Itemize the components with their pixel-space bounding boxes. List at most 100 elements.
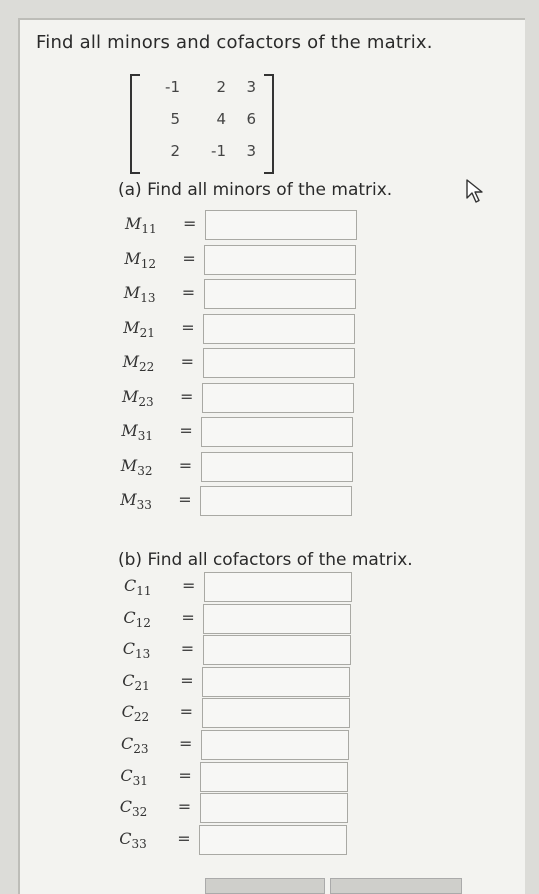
equals-sign: = (181, 607, 195, 627)
cofactor-label: C31 (120, 766, 148, 788)
minor-subscript: 23 (138, 394, 154, 409)
cofactor-symbol: C (124, 576, 137, 595)
cofactor-input-13[interactable] (202, 635, 351, 666)
cofactor-subscript: 33 (131, 836, 147, 851)
cofactor-row-21: C21 = (122, 666, 351, 699)
minor-subscript: 33 (136, 498, 152, 513)
minor-symbol: M (123, 317, 140, 337)
cofactor-input-11[interactable] (204, 572, 352, 602)
minor-symbol: M (124, 248, 141, 268)
matrix-cell: -1 (165, 78, 180, 96)
bottom-button-strip (0, 878, 539, 894)
minor-row-33: M33 = (120, 486, 353, 518)
cofactor-subscript: 31 (132, 773, 148, 788)
part-a-title: (a) Find all minors of the matrix. (118, 180, 393, 200)
cofactor-input-23[interactable] (201, 730, 349, 760)
minor-label: M33 (120, 490, 152, 512)
minor-subscript: 32 (137, 463, 153, 478)
minor-row-31: M31 = (121, 417, 354, 449)
mouse-pointer-icon (466, 179, 483, 203)
cofactor-row-33: C33 = (119, 824, 348, 857)
minor-row-21: M21 = (123, 313, 356, 346)
cofactor-subscript: 11 (136, 584, 152, 599)
equals-sign: = (179, 702, 193, 722)
minor-subscript: 22 (138, 360, 155, 375)
cofactor-label: C33 (119, 829, 147, 851)
matrix: -1 2 3 5 4 6 2 -1 3 (130, 74, 274, 174)
cofactor-input-12[interactable] (203, 603, 352, 634)
cofactor-row-31: C31 = (120, 761, 349, 794)
minor-input-21[interactable] (203, 313, 356, 344)
equals-sign: = (182, 576, 196, 595)
minor-symbol: M (120, 490, 137, 509)
cofactor-symbol: C (120, 765, 133, 785)
minor-subscript: 21 (139, 325, 155, 340)
cofactor-input-33[interactable] (199, 824, 348, 855)
equals-sign: = (178, 765, 192, 785)
cofactor-row-13: C13 = (123, 635, 351, 667)
minor-symbol: M (122, 386, 139, 406)
matrix-cell: 5 (170, 110, 180, 128)
cofactor-label: C32 (120, 797, 148, 819)
cofactor-label: C22 (122, 702, 150, 724)
cofactor-symbol: C (119, 828, 132, 848)
minor-subscript: 12 (140, 256, 157, 271)
matrix-cell: 6 (246, 110, 256, 128)
cofactor-row-23: C23 = (121, 730, 349, 762)
minor-symbol: M (120, 455, 138, 475)
equals-sign: = (182, 248, 196, 268)
minor-row-12: M12 = (124, 244, 357, 277)
equals-sign: = (178, 455, 193, 475)
minor-label: M23 (122, 387, 154, 409)
matrix-cell: 2 (170, 142, 180, 160)
cofactor-row-12: C12 = (123, 603, 352, 636)
minor-row-23: M23 = (122, 382, 354, 415)
minor-input-33[interactable] (200, 486, 353, 516)
cofactor-subscript: 21 (134, 678, 150, 693)
cofactor-input-22[interactable] (201, 698, 350, 729)
matrix-left-bracket (130, 74, 140, 174)
minor-input-22[interactable] (202, 348, 355, 378)
cofactor-row-11: C11 = (124, 572, 352, 604)
minor-label: M32 (121, 456, 153, 478)
cofactor-subscript: 13 (135, 647, 151, 662)
minor-symbol: M (125, 214, 142, 233)
cofactor-label: C11 (124, 576, 152, 598)
minor-label: M31 (121, 421, 153, 443)
minor-subscript: 13 (140, 291, 156, 306)
cofactor-symbol: C (122, 639, 136, 659)
minor-input-32[interactable] (200, 451, 353, 482)
minor-label: M22 (123, 352, 155, 374)
equals-sign: = (180, 670, 194, 690)
cofactor-label: C21 (122, 671, 150, 693)
equals-sign: = (179, 734, 193, 753)
minor-label: M21 (123, 318, 155, 340)
minor-input-31[interactable] (201, 417, 354, 447)
minor-input-13[interactable] (203, 279, 356, 309)
minor-symbol: M (123, 283, 141, 302)
equals-sign: = (180, 352, 194, 371)
equals-sign: = (177, 828, 191, 848)
minor-symbol: M (121, 421, 138, 440)
equals-sign: = (179, 421, 193, 440)
cofactor-symbol: C (122, 670, 135, 690)
cofactor-input-21[interactable] (202, 666, 351, 697)
equals-sign: = (177, 797, 192, 817)
cofactor-row-22: C22 = (122, 698, 350, 730)
equals-sign: = (183, 214, 197, 233)
minor-row-22: M22 = (123, 348, 355, 380)
matrix-cell: 3 (246, 142, 256, 160)
minor-label: M13 (124, 283, 156, 305)
cofactor-input-31[interactable] (200, 761, 349, 792)
minor-input-23[interactable] (202, 382, 354, 413)
minor-subscript: 11 (141, 222, 157, 237)
cofactor-subscript: 12 (135, 615, 151, 630)
minor-input-11[interactable] (205, 210, 357, 240)
minor-input-12[interactable] (204, 244, 357, 275)
question-text: Find all minors and cofactors of the mat… (36, 32, 433, 53)
cofactor-input-32[interactable] (199, 793, 348, 824)
equals-sign: = (181, 317, 195, 337)
cofactor-label: C23 (121, 734, 149, 756)
cofactor-label: C13 (123, 639, 151, 661)
cofactor-subscript: 22 (133, 710, 150, 725)
